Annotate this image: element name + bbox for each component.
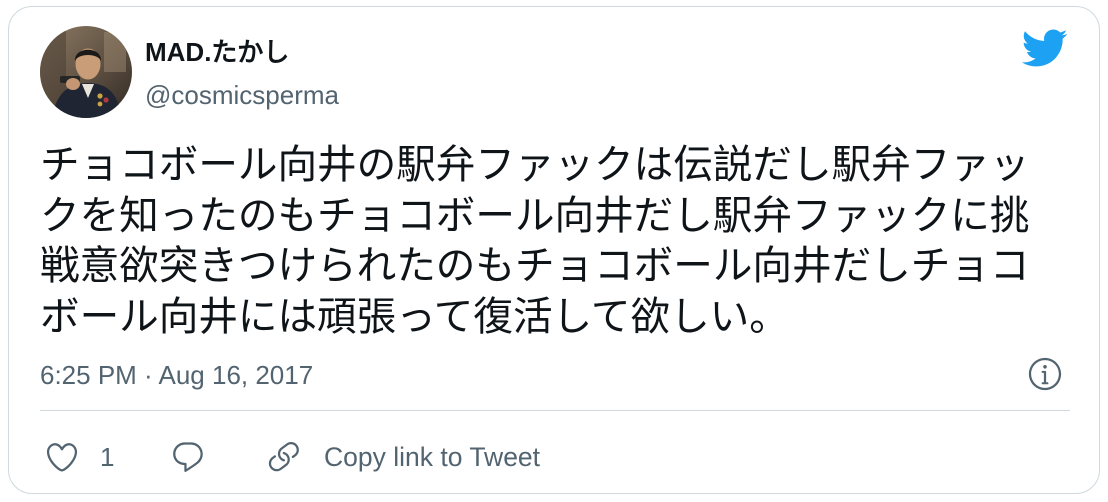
avatar-image [40,26,132,118]
tweet-card: MAD.たかし @cosmicsperma チョコボール向井の駅弁ファックは伝説… [8,6,1100,494]
user-name[interactable]: MAD.たかし [145,36,289,68]
copy-link-label[interactable]: Copy link to Tweet [324,441,540,473]
like-button[interactable] [44,439,80,475]
user-handle[interactable]: @cosmicsperma [145,79,339,111]
tweet-text: チョコボール向井の駅弁ファックは伝説だし駅弁ファックを知ったのもチョコボール向井… [40,142,1030,340]
copy-link-button[interactable] [266,439,302,475]
twitter-bird-icon[interactable] [1020,24,1068,72]
divider [40,410,1070,411]
info-icon[interactable] [1027,356,1063,392]
reply-icon [173,442,203,472]
heart-icon [46,443,78,472]
tweet-timestamp[interactable]: 6:25 PM · Aug 16, 2017 [40,359,313,391]
link-icon [268,442,299,472]
reply-button[interactable] [170,439,206,475]
like-count[interactable]: 1 [100,441,114,473]
avatar[interactable] [40,26,132,118]
